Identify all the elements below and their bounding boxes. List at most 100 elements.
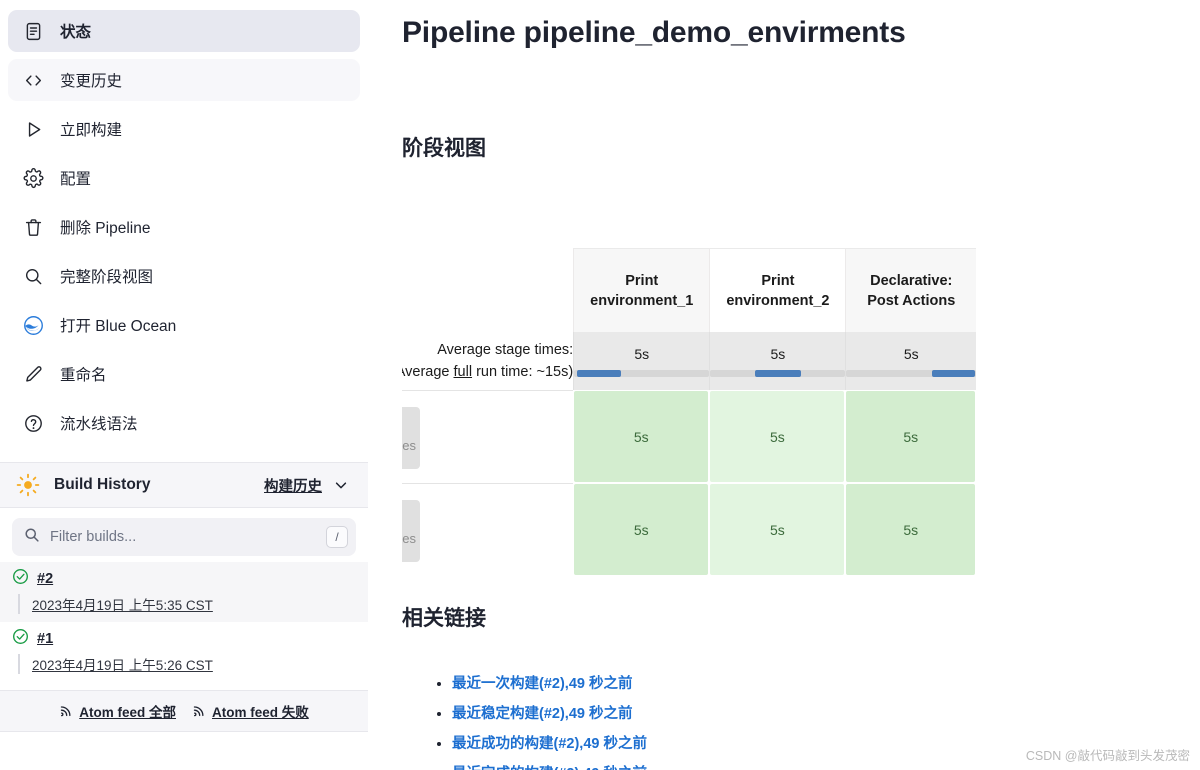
stage-run-cell[interactable]: 5s	[845, 483, 976, 576]
build-history-link[interactable]: 构建历史	[264, 475, 322, 496]
gear-icon	[22, 167, 44, 189]
rss-icon	[192, 703, 206, 720]
stage-header-row: Print environment_1 Print environment_2 Decl…	[402, 248, 976, 332]
question-icon	[22, 412, 44, 434]
related-link[interactable]: 最近一次构建(#2),49 秒之前	[452, 676, 632, 692]
stage-run-cell[interactable]: 5s	[573, 390, 710, 483]
stage-run-cell[interactable]: 5s	[709, 483, 846, 576]
sidebar-item-6[interactable]: 完整阶段视图	[8, 255, 360, 297]
sidebar-item-1[interactable]: 状态	[8, 10, 360, 52]
stage-view-heading: 阶段视图	[402, 137, 486, 160]
run-info-cell: #24月 19日05:35No Changes	[402, 390, 574, 483]
search-icon	[22, 265, 44, 287]
build-number-link[interactable]: #1	[37, 631, 53, 647]
average-times-row: Average stage times: (Average full run t…	[402, 332, 976, 390]
document-icon	[22, 20, 44, 42]
watermark: CSDN @敲代码敲到头发茂密	[1025, 749, 1190, 763]
atom-feed-link[interactable]: Atom feed 全部	[59, 701, 176, 721]
stage-timing-bar-fill	[754, 369, 801, 377]
build-list-item[interactable]: #2 2023年4月19日 上午5:35 CST	[0, 562, 368, 622]
build-timestamp-link[interactable]: 2023年4月19日 上午5:26 CST	[18, 654, 356, 674]
build-status-success-icon	[12, 568, 29, 590]
blue-ocean-icon	[22, 314, 44, 336]
stage-column-header: Print environment_2	[709, 248, 846, 332]
trash-icon	[22, 216, 44, 238]
run-changes-box: No Changes	[402, 500, 420, 562]
sidebar-item-9[interactable]: 流水线语法	[8, 402, 360, 444]
run-info-cell: #14月 19日05:26No Changes	[402, 483, 574, 576]
build-list-item[interactable]: #1 2023年4月19日 上午5:26 CST	[0, 622, 368, 682]
stage-run-cell[interactable]: 5s	[709, 390, 846, 483]
stage-name-line2: environment_2	[726, 292, 830, 309]
atom-feed-link[interactable]: Atom feed 失败	[192, 701, 309, 721]
play-icon	[22, 118, 44, 140]
stage-average-cell: 5s	[709, 332, 846, 390]
run-changes-box: No Changes	[402, 407, 420, 469]
stage-timing-bar-track	[846, 369, 976, 377]
build-list: #2 2023年4月19日 上午5:35 CST #1 2023年4月19日 上午5:…	[0, 562, 368, 682]
sidebar-item-2[interactable]: 变更历史	[8, 59, 360, 101]
stage-header-spacer	[402, 248, 573, 332]
related-link-item: 最近稳定构建(#2),49 秒之前	[452, 702, 647, 723]
stage-view-table: Print environment_1 Print environment_2 Decl…	[402, 248, 976, 576]
stage-timing-bar-fill	[931, 369, 975, 377]
sidebar-item-label: 立即构建	[60, 122, 123, 139]
sidebar-item-label: 状态	[60, 24, 92, 41]
stage-name-line1: Declarative:	[870, 272, 953, 289]
stage-run-row: #14月 19日05:26No Changes5s5s5s	[402, 483, 976, 576]
sidebar-item-label: 流水线语法	[60, 416, 138, 433]
build-timestamp-link[interactable]: 2023年4月19日 上午5:35 CST	[18, 594, 356, 614]
stage-run-row: #24月 19日05:35No Changes5s5s5s	[402, 390, 976, 483]
search-icon	[24, 527, 40, 548]
sidebar-nav: 状态变更历史立即构建配置删除 Pipeline 完整阶段视图打开 Blue Oce…	[0, 0, 368, 444]
filter-shortcut-key: /	[326, 526, 348, 548]
stage-average-time: 5s	[634, 345, 650, 362]
build-status-success-icon	[12, 628, 29, 650]
stage-run-cell[interactable]: 5s	[573, 483, 710, 576]
related-link[interactable]: 最近成功的构建(#2),49 秒之前	[452, 736, 647, 752]
stage-name-line1: Print	[625, 272, 659, 289]
pencil-icon	[22, 363, 44, 385]
sidebar-item-label: 配置	[60, 171, 92, 188]
average-times-label: Average stage times: (Average full run t…	[402, 332, 573, 390]
average-stage-times-text: Average stage times:	[437, 341, 574, 358]
sidebar-item-4[interactable]: 配置	[8, 157, 360, 199]
sidebar-item-label: 删除 Pipeline	[60, 220, 151, 237]
filter-builds-box[interactable]: /	[12, 518, 356, 556]
stage-column-header: Print environment_1	[573, 248, 710, 332]
sidebar-item-5[interactable]: 删除 Pipeline	[8, 206, 360, 248]
rss-icon	[59, 703, 73, 720]
atom-feed-bar: Atom feed 全部 Atom feed 失败	[0, 690, 368, 732]
sidebar-item-label: 重命名	[60, 367, 107, 384]
chevron-down-icon[interactable]	[334, 478, 348, 492]
related-links-list: 最近一次构建(#2),49 秒之前最近稳定构建(#2),49 秒之前最近成功的构…	[436, 672, 647, 770]
page-title: Pipeline pipeline_demo_envirments	[402, 16, 906, 49]
stage-timing-bar-fill	[576, 369, 622, 377]
sidebar-item-label: 变更历史	[60, 73, 123, 90]
atom-feed-label: Atom feed 失败	[212, 705, 309, 720]
build-number-link[interactable]: #2	[37, 571, 53, 587]
stage-column-header: Declarative: Post Actions	[845, 248, 976, 332]
related-link[interactable]: 最近完成的构建(#2),49 秒之前	[452, 766, 647, 770]
code-icon	[22, 69, 44, 91]
related-link-item: 最近成功的构建(#2),49 秒之前	[452, 732, 647, 753]
sidebar-item-7[interactable]: 打开 Blue Ocean	[8, 304, 360, 346]
stage-timing-bar-track	[574, 369, 710, 377]
sidebar-item-label: 打开 Blue Ocean	[60, 318, 177, 335]
stage-run-cell[interactable]: 5s	[845, 390, 976, 483]
atom-feed-label: Atom feed 全部	[79, 705, 176, 720]
sidebar-item-8[interactable]: 重命名	[8, 353, 360, 395]
sun-icon	[16, 473, 40, 497]
filter-builds-input[interactable]	[50, 529, 326, 545]
sidebar-item-3[interactable]: 立即构建	[8, 108, 360, 150]
related-link-item: 最近一次构建(#2),49 秒之前	[452, 672, 647, 693]
stage-average-time: 5s	[903, 345, 919, 362]
filter-builds-wrap: /	[0, 508, 368, 562]
related-link[interactable]: 最近稳定构建(#2),49 秒之前	[452, 706, 632, 722]
stage-name-line2: environment_1	[590, 292, 694, 309]
stage-average-cell: 5s	[573, 332, 710, 390]
stage-average-time: 5s	[770, 345, 786, 362]
stage-average-cell: 5s	[845, 332, 976, 390]
build-history-title: Build History	[54, 476, 151, 493]
main-content: Pipeline pipeline_demo_envirments 阶段视图 P…	[402, 0, 1200, 770]
